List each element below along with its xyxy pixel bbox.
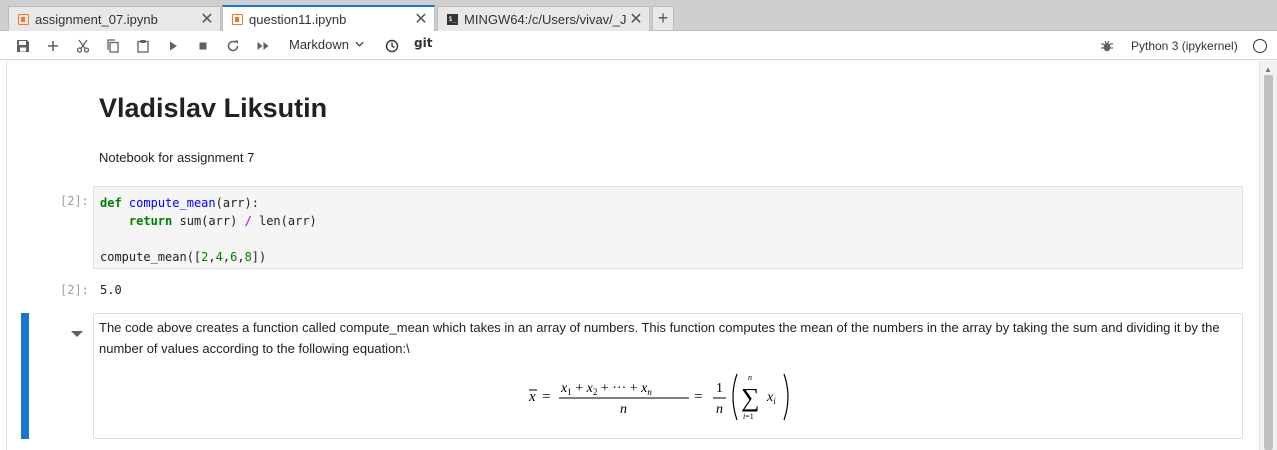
svg-text:xi: xi — [766, 390, 776, 406]
code-line: return sum(arr) / len(arr) — [128, 214, 317, 228]
notebook-icon — [18, 13, 29, 25]
git-button[interactable]: git — [414, 36, 432, 50]
fast-forward-icon — [257, 42, 269, 50]
output-prompt: [2]: — [60, 283, 89, 297]
insert-cell-button[interactable] — [42, 35, 64, 57]
svg-text:∑: ∑ — [741, 383, 760, 412]
terminal-icon: $_ — [447, 13, 458, 25]
close-icon[interactable]: ✕ — [198, 9, 216, 29]
notebook-title: Vladislav Liksutin — [99, 93, 328, 123]
notebook-icon — [232, 13, 243, 25]
code-line: compute_mean([2,4,6,8]) — [100, 250, 267, 264]
svg-text:n: n — [716, 402, 723, 417]
cut-button[interactable] — [72, 35, 94, 57]
tab-bar: assignment_07.ipynb ✕ question11.ipynb ✕… — [0, 0, 1277, 31]
chevron-down-icon — [355, 39, 364, 50]
tab-assignment-07[interactable]: assignment_07.ipynb ✕ — [8, 6, 221, 31]
close-icon[interactable]: ✕ — [412, 9, 430, 29]
markdown-text: The code above creates a function called… — [99, 320, 1220, 356]
kernel-name[interactable]: Python 3 (ipykernel) — [1131, 39, 1238, 53]
cell-type-dropdown[interactable]: Markdown — [289, 37, 364, 52]
save-button[interactable] — [12, 35, 34, 57]
interrupt-button[interactable] — [192, 35, 214, 57]
paste-button[interactable] — [132, 35, 154, 57]
scroll-thumb[interactable] — [1264, 75, 1273, 450]
tab-label: MINGW64:/c/Users/vivav/_Ju — [464, 11, 627, 27]
save-icon — [17, 40, 29, 52]
scroll-up-icon[interactable]: ▲ — [1264, 65, 1272, 74]
input-prompt: [2]: — [60, 194, 89, 208]
tab-question11[interactable]: question11.ipynb ✕ — [222, 5, 435, 31]
svg-text:=: = — [542, 389, 550, 405]
svg-text:x: x — [528, 389, 536, 405]
code-cell[interactable]: def compute_mean(arr): return sum(arr) /… — [93, 186, 1243, 269]
tab-terminal[interactable]: $_ MINGW64:/c/Users/vivav/_Ju ✕ — [437, 6, 650, 31]
history-button[interactable] — [381, 35, 403, 57]
mean-equation: x = x1 + x2 + ··· + xn n = 1 n n ∑ i=1 x… — [528, 373, 789, 421]
run-button[interactable] — [162, 35, 184, 57]
notebook-toolbar: Markdown git Python 3 (ipykernel) — [0, 31, 1277, 60]
svg-text:1: 1 — [716, 381, 723, 396]
notebook-subtitle: Notebook for assignment 7 — [99, 150, 255, 165]
svg-text:i=1: i=1 — [743, 412, 754, 421]
cell-type-value: Markdown — [289, 37, 349, 52]
kernel-status-icon — [1253, 39, 1267, 53]
restart-button[interactable] — [222, 35, 244, 57]
svg-text:n: n — [620, 402, 627, 417]
play-icon — [170, 41, 177, 51]
code-line: def compute_mean(arr): — [100, 196, 259, 210]
close-icon[interactable]: ✕ — [627, 9, 645, 29]
copy-button[interactable] — [102, 35, 124, 57]
copy-icon — [107, 39, 119, 53]
tab-label: question11.ipynb — [249, 11, 347, 27]
refresh-icon — [227, 40, 239, 52]
new-tab-button[interactable]: + — [652, 6, 674, 30]
caret-down-icon[interactable] — [71, 331, 83, 337]
clipboard-icon — [137, 40, 149, 53]
scissors-icon — [76, 39, 90, 53]
output-value: 5.0 — [100, 283, 122, 297]
tab-label: assignment_07.ipynb — [35, 11, 158, 27]
debugger-button[interactable] — [1096, 35, 1118, 57]
stop-icon — [199, 42, 207, 50]
svg-text:n: n — [748, 373, 752, 382]
clock-icon — [385, 39, 399, 53]
restart-run-all-button[interactable] — [252, 35, 274, 57]
plus-icon — [48, 41, 58, 51]
svg-text:x1 + x2 + ··· + xn: x1 + x2 + ··· + xn — [560, 381, 652, 397]
scrollbar[interactable]: ▲ — [1259, 61, 1277, 450]
bug-icon — [1101, 40, 1113, 52]
active-cell-indicator[interactable] — [21, 313, 29, 439]
svg-text:=: = — [694, 389, 702, 405]
